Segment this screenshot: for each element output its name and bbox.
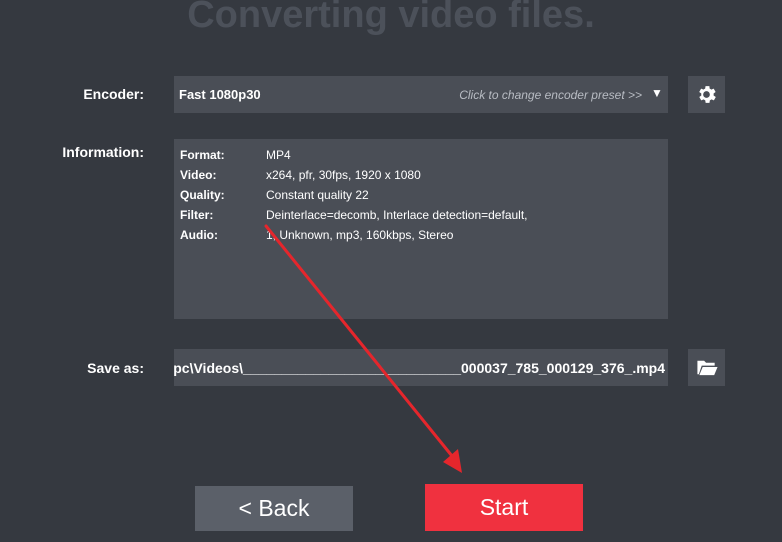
back-button[interactable]: < Back: [195, 486, 353, 531]
information-label: Information:: [62, 144, 144, 160]
info-value: 1, Unknown, mp3, 160kbps, Stereo: [266, 228, 454, 242]
information-panel: Format: MP4 Video: x264, pfr, 30fps, 192…: [174, 139, 668, 319]
info-key: Quality:: [180, 188, 225, 202]
caret-down-icon: ▼: [651, 86, 663, 100]
encoder-label: Encoder:: [83, 86, 144, 102]
gear-icon: [699, 86, 716, 103]
info-value: Deinterlace=decomb, Interlace detection=…: [266, 208, 528, 222]
encoder-preset-select[interactable]: Fast 1080p30 Click to change encoder pre…: [174, 76, 668, 113]
save-as-label: Save as:: [87, 360, 144, 376]
info-value: Constant quality 22: [266, 188, 369, 202]
page-title: Converting video files.: [187, 0, 595, 36]
save-path-field[interactable]: s\pc\Videos\____________________________…: [174, 349, 668, 386]
browse-folder-button[interactable]: [688, 349, 725, 386]
start-button[interactable]: Start: [425, 484, 583, 531]
info-key: Video:: [180, 168, 217, 182]
encoder-settings-button[interactable]: [688, 76, 725, 113]
info-key: Format:: [180, 148, 225, 162]
encoder-preset-value: Fast 1080p30: [179, 87, 261, 102]
info-value: MP4: [266, 148, 291, 162]
save-path-value: s\pc\Videos\____________________________…: [174, 360, 665, 376]
folder-open-icon: [697, 360, 718, 376]
info-value: x264, pfr, 30fps, 1920 x 1080: [266, 168, 421, 182]
encoder-preset-hint: Click to change encoder preset >>: [459, 88, 642, 102]
info-key: Audio:: [180, 228, 218, 242]
info-key: Filter:: [180, 208, 214, 222]
